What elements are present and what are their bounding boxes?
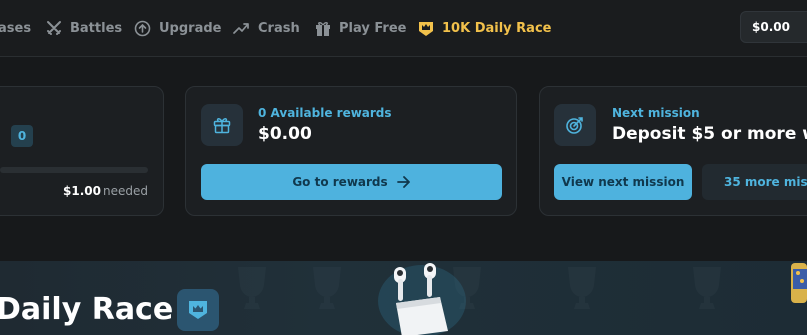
trophy-icon [238,267,266,309]
nav-item-label: ases [0,20,32,36]
needed-label: needed [103,184,148,198]
needed-amount: $1.00 [63,184,101,198]
rewards-subtitle: 0 Available rewards [258,106,392,120]
gift-icon [316,21,330,36]
airpods-prize-image [378,263,466,335]
nav-item-crash[interactable]: Crash [233,0,300,56]
crown-badge-icon [419,21,433,36]
daily-race-title: Daily Race [0,292,174,327]
level-progress-bar [0,167,148,173]
target-icon [554,104,596,146]
nav-item-label: Upgrade [159,20,222,36]
nav-item-cases[interactable]: ases [0,0,31,56]
nav-item-play-free[interactable]: Play Free [315,0,406,56]
balance-amount: $0.00 [752,20,790,34]
trophy-icon [693,267,721,309]
button-label: 35 more missi [724,175,807,189]
top-nav: ases Battles Upgrade Crash Play Free 10K… [0,0,807,57]
mission-title: Deposit $5 or more wit [612,124,807,144]
race-crown-badge-icon [177,289,219,331]
balance-button[interactable]: $0.00 [740,11,807,43]
gift-icon [201,104,243,146]
go-to-rewards-button[interactable]: Go to rewards [201,164,502,200]
trophy-icon [568,267,596,309]
nav-item-label: 10K Daily Race [442,20,552,36]
nav-item-label: Battles [70,20,123,36]
button-label: Go to rewards [292,175,388,189]
nav-item-label: Play Free [339,20,407,36]
nav-item-daily-race[interactable]: 10K Daily Race [418,0,551,56]
mission-card: Next mission Deposit $5 or more wit View… [539,86,807,216]
nav-item-battles[interactable]: Battles [46,0,122,56]
arrow-right-icon [396,176,410,188]
trend-line-icon [233,23,249,34]
view-next-mission-button[interactable]: View next mission [554,164,692,200]
mission-subtitle: Next mission [612,106,700,120]
swords-icon [47,21,61,35]
trophy-icon [313,267,341,309]
more-missions-button[interactable]: 35 more missi [702,164,807,200]
rewards-amount: $0.00 [258,124,312,144]
nav-item-label: Crash [258,20,300,36]
button-label: View next mission [561,175,685,189]
nav-item-upgrade[interactable]: Upgrade [134,0,221,56]
upgrade-arrow-icon [134,20,151,36]
prize-item-image [791,263,807,303]
level-badge: 0 [11,125,33,147]
rewards-card: 0 Available rewards $0.00 Go to rewards [185,86,517,216]
